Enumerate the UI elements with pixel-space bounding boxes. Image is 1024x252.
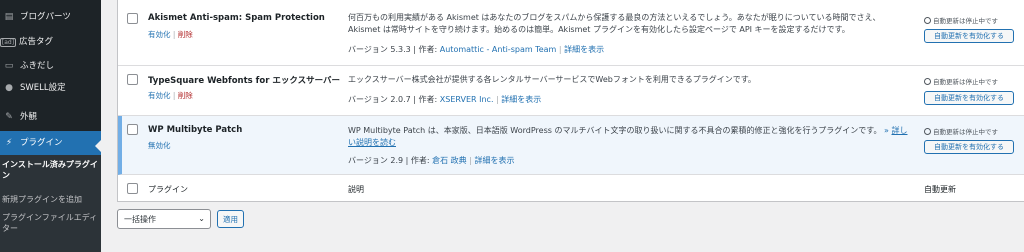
autoupdate-status: 自動更新は停止中です (924, 15, 998, 25)
activate-link[interactable]: 有効化 (148, 30, 171, 39)
plugin-meta: バージョン 2.0.7 | 作者: XSERVER Inc. | 詳細を表示 (348, 94, 541, 105)
sidebar-item-label: 外観 (20, 112, 38, 122)
select-all-checkbox[interactable] (127, 183, 138, 194)
details-link[interactable]: 詳細を表示 (501, 95, 541, 104)
bulk-actions-select[interactable]: 一括操作 ⌄ (117, 209, 211, 229)
version-author-label: バージョン 5.3.3 | 作者: (348, 45, 440, 54)
blog-parts-icon: ▤ (4, 12, 14, 22)
enable-autoupdate-button[interactable]: 自動更新を有効化する (924, 29, 1014, 43)
appearance-icon: ✎ (5, 112, 13, 122)
plugin-icon: ⚡ (5, 138, 13, 148)
row-actions: 有効化 | 削除 (148, 90, 193, 101)
autoupdate-disabled-icon (924, 16, 931, 24)
sidebar-item-plugins[interactable]: ⚡ プラグイン (0, 131, 101, 155)
row-checkbox[interactable] (127, 124, 138, 135)
submenu-installed-plugins[interactable]: インストール済みプラグイン (2, 159, 98, 181)
autoupdate-status-text: 自動更新は停止中です (933, 17, 998, 25)
plugin-description: 何百万もの利用実績がある Akismet はあなたのブログをスパムから保護する最… (348, 13, 881, 34)
apply-button[interactable]: 適用 (217, 210, 244, 228)
swell-icon: ● (5, 83, 13, 93)
autoupdate-status: 自動更新は停止中です (924, 126, 998, 136)
sidebar-item-speech-bubble[interactable]: ▭ ふきだし (0, 60, 101, 72)
author-link[interactable]: 倉石 政典 (432, 156, 467, 165)
autoupdate-status-text: 自動更新は停止中です (933, 78, 998, 86)
plugins-submenu: インストール済みプラグイン 新規プラグインを追加 プラグインファイルエディター (0, 155, 101, 252)
activate-link[interactable]: 有効化 (148, 91, 171, 100)
plugin-row-typesquare: TypeSquare Webfonts for エックスサーバー 有効化 | 削… (118, 66, 1024, 116)
current-menu-arrow (95, 140, 101, 152)
author-link[interactable]: Automattic - Anti-spam Team (440, 45, 557, 54)
plugin-row-wp-multibyte-patch: WP Multibyte Patch 無効化 WP Multibyte Patc… (118, 116, 1024, 175)
ad-icon: [ad] (0, 37, 16, 47)
submenu-plugin-file-editor[interactable]: プラグインファイルエディター (2, 212, 98, 234)
plugin-description: エックスサーバー株式会社が提供する各レンタルサーバーサービスでWebフォントを利… (348, 75, 756, 84)
separator: | (556, 45, 565, 54)
plugin-name: TypeSquare Webfonts for エックスサーバー (148, 76, 341, 86)
sidebar-item-ad-tag[interactable]: [ad] 広告タグ (0, 36, 101, 48)
deactivate-link[interactable]: 無効化 (148, 141, 171, 150)
autoupdate-disabled-icon (924, 77, 931, 85)
admin-sidebar: ▤ ブログパーツ [ad] 広告タグ ▭ ふきだし ● SWELL設定 ✎ 外観… (0, 0, 101, 252)
plugin-name: WP Multibyte Patch (148, 125, 243, 135)
table-footer: プラグイン 説明 自動更新 (118, 175, 1024, 202)
plugin-meta: バージョン 5.3.3 | 作者: Automattic - Anti-spam… (348, 44, 604, 55)
sidebar-item-label: ブログパーツ (20, 12, 71, 22)
more-mark: » (884, 126, 889, 135)
autoupdate-status-text: 自動更新は停止中です (933, 128, 998, 136)
plugin-row-akismet: Akismet Anti-spam: Spam Protection 有効化 |… (118, 0, 1024, 66)
version-author-label: バージョン 2.9 | 作者: (348, 156, 433, 165)
enable-autoupdate-button[interactable]: 自動更新を有効化する (924, 140, 1014, 154)
sidebar-item-appearance[interactable]: ✎ 外観 (0, 111, 101, 123)
sidebar-item-label: 広告タグ (19, 37, 54, 47)
sidebar-item-blog-parts[interactable]: ▤ ブログパーツ (0, 11, 101, 23)
row-actions: 有効化 | 削除 (148, 29, 193, 40)
plugin-description: WP Multibyte Patch は、本家版、日本語版 WordPress … (348, 125, 911, 148)
speech-bubble-icon: ▭ (4, 61, 14, 71)
column-header-plugin: プラグイン (148, 185, 188, 194)
enable-autoupdate-button[interactable]: 自動更新を有効化する (924, 91, 1014, 105)
sidebar-item-label: SWELL設定 (20, 83, 66, 93)
autoupdate-status: 自動更新は停止中です (924, 76, 998, 86)
chevron-down-icon: ⌄ (198, 214, 205, 223)
details-link[interactable]: 詳細を表示 (474, 156, 514, 165)
delete-link[interactable]: 削除 (178, 30, 193, 39)
bulk-actions-value: 一括操作 (124, 214, 156, 224)
sidebar-item-swell-settings[interactable]: ● SWELL設定 (0, 82, 101, 94)
author-link[interactable]: XSERVER Inc. (440, 95, 494, 104)
details-link[interactable]: 詳細を表示 (564, 45, 604, 54)
submenu-add-new-plugin[interactable]: 新規プラグインを追加 (2, 194, 82, 205)
plugin-meta: バージョン 2.9 | 作者: 倉石 政典 | 詳細を表示 (348, 155, 514, 166)
column-header-description: 説明 (348, 185, 364, 194)
row-actions: 無効化 (148, 140, 171, 151)
column-header-autoupdate: 自動更新 (924, 185, 956, 194)
row-checkbox[interactable] (127, 13, 138, 24)
version-author-label: バージョン 2.0.7 | 作者: (348, 95, 440, 104)
autoupdate-disabled-icon (924, 127, 931, 135)
sidebar-item-label: ふきだし (20, 61, 55, 71)
row-checkbox[interactable] (127, 74, 138, 85)
delete-link[interactable]: 削除 (178, 91, 193, 100)
plugin-name: Akismet Anti-spam: Spam Protection (148, 13, 325, 23)
plugins-table: Akismet Anti-spam: Spam Protection 有効化 |… (117, 0, 1024, 202)
sidebar-item-label: プラグイン (20, 138, 63, 148)
plugin-description-text: WP Multibyte Patch は、本家版、日本語版 WordPress … (348, 126, 882, 135)
